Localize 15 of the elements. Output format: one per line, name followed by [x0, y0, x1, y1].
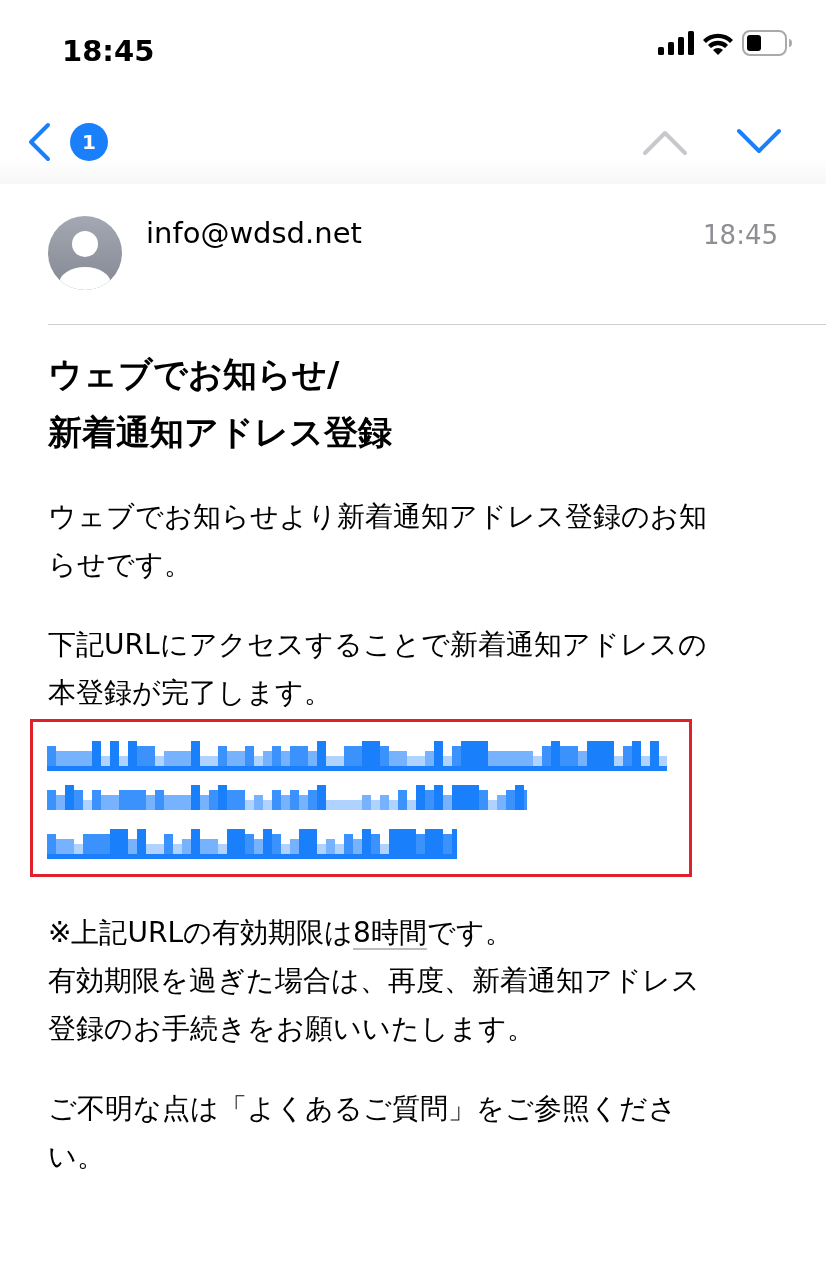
body-paragraph: ウェブでお知らせより新着通知アドレス登録のお知 らせです。	[47, 499, 708, 583]
signal-icon	[658, 31, 694, 55]
detected-time-link[interactable]: 8時間	[353, 916, 427, 949]
next-message-button[interactable]	[736, 128, 782, 156]
body-paragraph: 下記URLにアクセスすることで新着通知アドレスの 本登録が完了します。	[47, 627, 708, 711]
subject-heading: ウェブでお知らせ/ 新着通知アドレス登録	[47, 353, 393, 454]
body-paragraph: ※上記URLの有効期限は8時間です。 有効期限を過ぎた場合は、再度、新着通知アドレス 登録のお手続きをお願いいたします。	[47, 915, 701, 1047]
sender-address: info@wdsd.net	[146, 216, 363, 251]
wifi-icon	[702, 31, 734, 55]
unread-count: 1	[70, 123, 108, 161]
status-time: 18:45	[62, 33, 155, 70]
message-time: 18:45	[703, 219, 778, 252]
battery-icon	[742, 30, 792, 56]
body-paragraph: ご不明な点は「よくあるご質問」をご参照くださ い。	[47, 1091, 678, 1175]
avatar-icon	[48, 216, 122, 290]
